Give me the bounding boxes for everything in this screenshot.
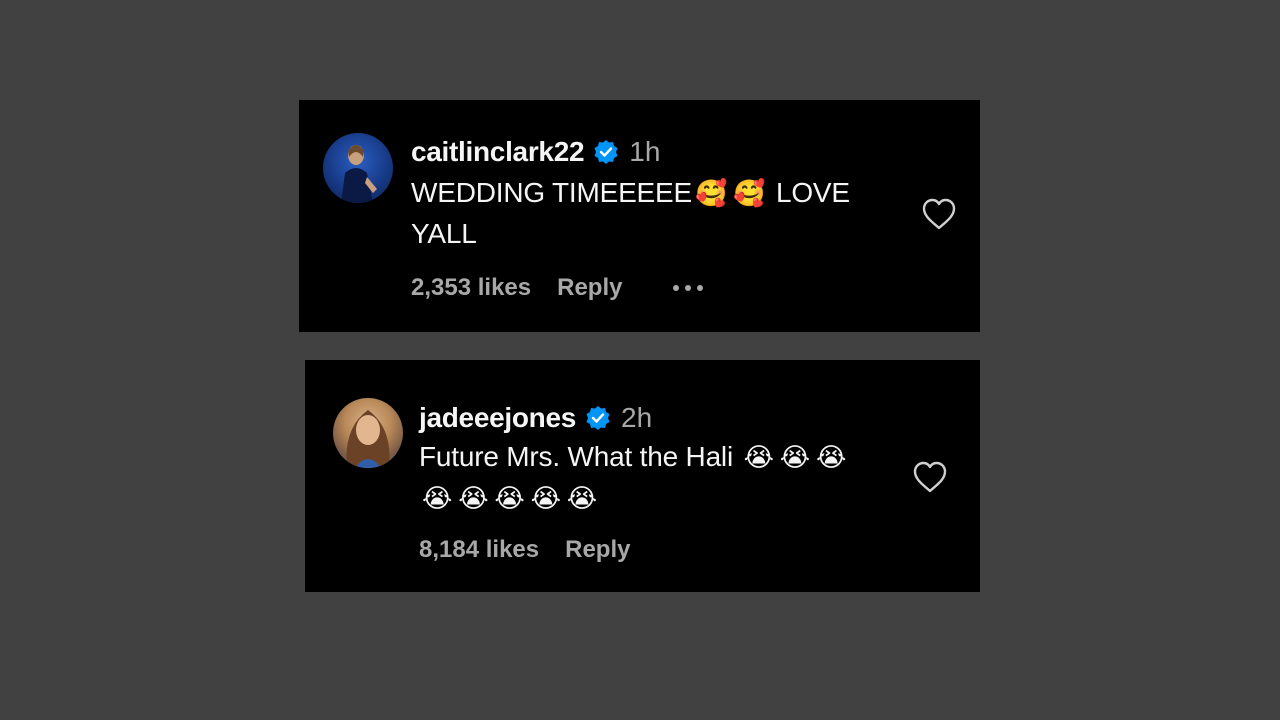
loudly-crying-face-emoji: 😭 — [494, 484, 525, 514]
loudly-crying-face-emoji: 😭 — [422, 484, 453, 514]
comment-text: WEDDING TIMEEEEE 🥰 🥰 LOVE YALL — [411, 173, 881, 254]
verified-badge-icon — [586, 406, 610, 430]
comment-text: Future Mrs. What the Hali 😭 😭 😭 😭 😭 😭 😭 😭 — [419, 437, 899, 519]
smiling-face-with-hearts-emoji: 🥰 — [694, 179, 728, 209]
loudly-crying-face-emoji: 😭 — [458, 484, 489, 514]
avatar-photo — [346, 410, 390, 468]
loudly-crying-face-emoji: 😭 — [743, 443, 774, 473]
loudly-crying-face-emoji: 😭 — [779, 443, 810, 473]
verified-badge-icon — [594, 140, 618, 164]
reply-button[interactable]: Reply — [565, 536, 630, 564]
avatar[interactable] — [323, 133, 393, 203]
loudly-crying-face-emoji: 😭 — [815, 443, 847, 473]
likes-count[interactable]: 2,353 likes — [411, 274, 531, 302]
comment-text-line1-end: LOVE — [775, 177, 850, 208]
smiling-face-with-hearts-emoji: 🥰 — [733, 179, 766, 209]
comment-text-line1: WEDDING TIMEEEEE — [411, 177, 692, 208]
more-options-icon[interactable] — [670, 281, 710, 295]
avatar-photo — [341, 145, 377, 203]
comment-card: caitlinclark22 1h WEDDING TIMEEEEE 🥰 🥰 LOV… — [299, 100, 980, 332]
username[interactable]: caitlinclark22 — [411, 136, 585, 168]
timestamp: 2h — [621, 402, 653, 433]
like-heart-icon[interactable] — [921, 197, 957, 231]
comment-text-line2: YALL — [411, 218, 477, 249]
comment-card: jadeeejones 2h Future Mrs. What the Hali… — [305, 360, 980, 592]
reply-button[interactable]: Reply — [557, 274, 622, 302]
comment-actions: 8,184 likes Reply — [419, 536, 678, 564]
comment-header: jadeeejones 2h — [419, 402, 652, 434]
loudly-crying-face-emoji: 😭 — [566, 484, 597, 514]
likes-count[interactable]: 8,184 likes — [419, 536, 539, 564]
username[interactable]: jadeeejones — [419, 402, 576, 434]
comment-text-line1: Future Mrs. What the Hali — [419, 441, 733, 472]
comment-actions: 2,353 likes Reply — [411, 274, 710, 302]
timestamp: 1h — [629, 136, 661, 167]
loudly-crying-face-emoji: 😭 — [530, 484, 561, 514]
like-heart-icon[interactable] — [912, 460, 948, 494]
avatar[interactable] — [333, 398, 403, 468]
comment-header: caitlinclark22 1h — [411, 136, 660, 168]
